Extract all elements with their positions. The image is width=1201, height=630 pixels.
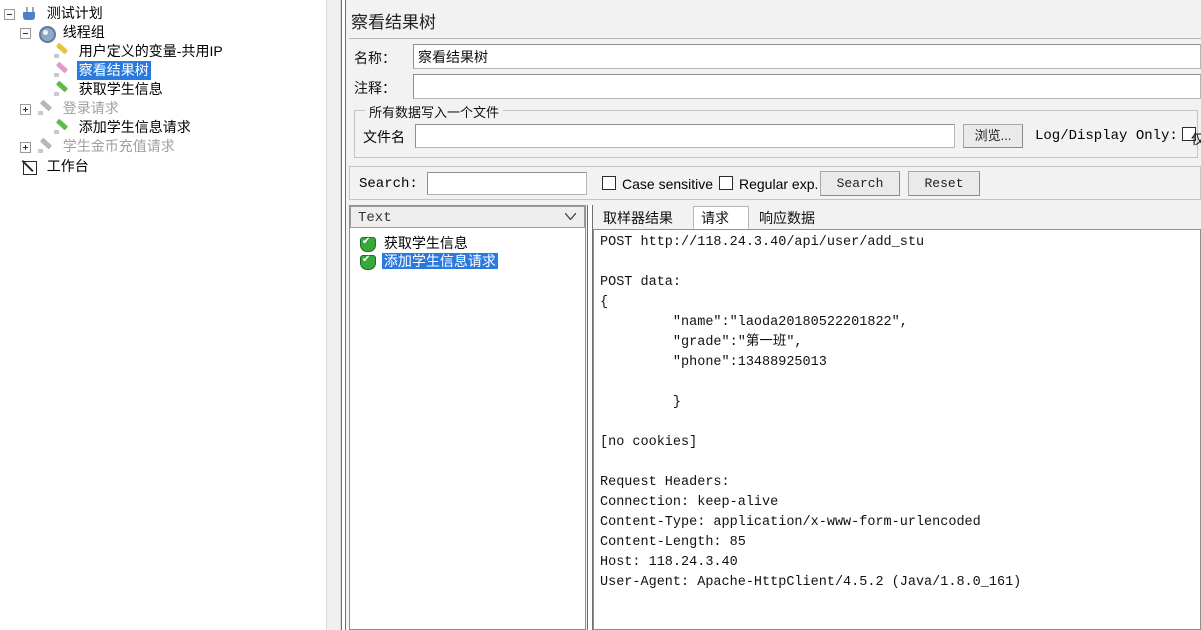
render-type-value: Text — [358, 210, 392, 226]
tree-item-get-student-info[interactable]: 获取学生信息 — [4, 80, 225, 99]
tree-item-user-defined-variables[interactable]: 用户定义的变量-共用IP — [4, 42, 225, 61]
case-sensitive-label: Case sensitive — [622, 176, 714, 192]
tree-item-workbench[interactable]: 工作台 — [4, 157, 225, 176]
config-element-icon — [53, 44, 70, 60]
expand-collapse-icon[interactable] — [4, 8, 15, 20]
listener-icon — [53, 63, 70, 79]
tree-vertical-scrollbar[interactable] — [326, 0, 341, 630]
errors-only-label-partial: 仅 — [1191, 133, 1201, 149]
tree-item-test-plan[interactable]: 测试计划 — [4, 4, 225, 23]
sampler-icon — [53, 82, 70, 98]
page-title: 察看结果树 — [351, 13, 436, 32]
results-area: Text 获取学生信息 添加学生信息请求 取样器结果 — [349, 205, 1201, 630]
tree-item-view-results-tree[interactable]: 察看结果树 — [4, 61, 225, 80]
tree-item-label: 用户定义的变量-共用IP — [78, 43, 223, 59]
tab-request[interactable]: 请求 — [693, 206, 749, 229]
search-input[interactable] — [427, 172, 587, 195]
gear-icon — [37, 25, 56, 44]
name-label: 名称： — [354, 50, 396, 66]
tree-item-add-student-request[interactable]: 添加学生信息请求 — [4, 118, 225, 137]
tree-item-login-request[interactable]: 登录请求 — [4, 99, 225, 118]
tree-item-label: 添加学生信息请求 — [78, 119, 191, 135]
reset-button[interactable]: Reset — [908, 171, 980, 196]
jmeter-window: 测试计划 线程组 用户定义的变量-共用IP 察看结果树 获取学生信息 登录请求 … — [0, 0, 1201, 630]
success-shield-icon — [360, 253, 376, 271]
request-text: POST http://118.24.3.40/api/user/add_stu… — [600, 235, 1022, 590]
result-item-label: 获取学生信息 — [383, 235, 468, 251]
tree-item-label: 学生金币充值请求 — [62, 138, 175, 154]
results-list-pane[interactable]: Text 获取学生信息 添加学生信息请求 — [349, 205, 586, 630]
request-content-box[interactable]: POST http://118.24.3.40/api/user/add_stu… — [593, 229, 1201, 630]
filename-input[interactable] — [415, 124, 955, 148]
expand-collapse-icon[interactable] — [20, 103, 31, 115]
filename-label: 文件名 — [363, 129, 405, 145]
tree-item-thread-group[interactable]: 线程组 — [4, 23, 225, 44]
test-plan-tree-panel[interactable]: 测试计划 线程组 用户定义的变量-共用IP 察看结果树 获取学生信息 登录请求 … — [0, 0, 326, 630]
regular-exp-label: Regular exp. — [739, 176, 819, 192]
success-shield-icon — [360, 235, 376, 253]
search-button[interactable]: Search — [820, 171, 900, 196]
log-display-only-label: Log/Display Only: — [1035, 128, 1178, 144]
flask-icon — [21, 6, 38, 22]
tree-item-label: 工作台 — [46, 158, 89, 174]
tree-item-student-coin-recharge[interactable]: 学生金币充值请求 — [4, 137, 225, 156]
sampler-icon — [37, 101, 54, 117]
view-results-tree-panel: 察看结果树 名称： 察看结果树 注释： 所有数据写入一个文件 文件名 浏览...… — [346, 0, 1201, 630]
comment-field-row: 注释： — [349, 74, 1201, 102]
result-item-get-student-info[interactable]: 获取学生信息 — [360, 234, 470, 253]
case-sensitive-checkbox[interactable] — [602, 176, 616, 190]
sampler-icon — [53, 120, 70, 136]
expand-collapse-icon[interactable] — [20, 141, 31, 153]
comment-input[interactable] — [413, 74, 1201, 99]
chevron-down-icon — [565, 213, 576, 220]
result-item-add-student-request[interactable]: 添加学生信息请求 — [360, 252, 498, 271]
sampler-icon — [37, 139, 54, 155]
workbench-icon — [21, 159, 38, 176]
result-item-label: 添加学生信息请求 — [381, 253, 498, 269]
name-input[interactable]: 察看结果树 — [413, 44, 1201, 69]
tree-item-label: 线程组 — [62, 24, 105, 40]
comment-label: 注释： — [354, 80, 396, 96]
expand-collapse-icon[interactable] — [20, 27, 31, 39]
tree-item-label: 获取学生信息 — [78, 81, 163, 97]
write-all-data-groupbox: 所有数据写入一个文件 文件名 浏览... Log/Display Only: — [354, 102, 1198, 158]
tree-item-label: 察看结果树 — [76, 61, 151, 80]
tree-item-label: 测试计划 — [46, 5, 103, 21]
name-field-row: 名称： 察看结果树 — [349, 44, 1201, 72]
browse-button[interactable]: 浏览... — [963, 124, 1023, 148]
divider — [349, 38, 1201, 39]
tree-item-label: 登录请求 — [62, 100, 119, 116]
regular-exp-checkbox[interactable] — [719, 176, 733, 190]
tab-response-data[interactable]: 响应数据 — [751, 206, 833, 229]
render-type-dropdown[interactable]: Text — [350, 206, 585, 228]
write-all-data-title: 所有数据写入一个文件 — [365, 102, 504, 121]
search-bar: Search: Case sensitive Regular exp. Sear… — [349, 166, 1201, 200]
tab-sampler-result[interactable]: 取样器结果 — [595, 206, 691, 229]
search-label: Search: — [359, 176, 418, 192]
sampler-detail-pane: 取样器结果 请求 响应数据 POST http://118.24.3.40/ap… — [593, 205, 1201, 630]
